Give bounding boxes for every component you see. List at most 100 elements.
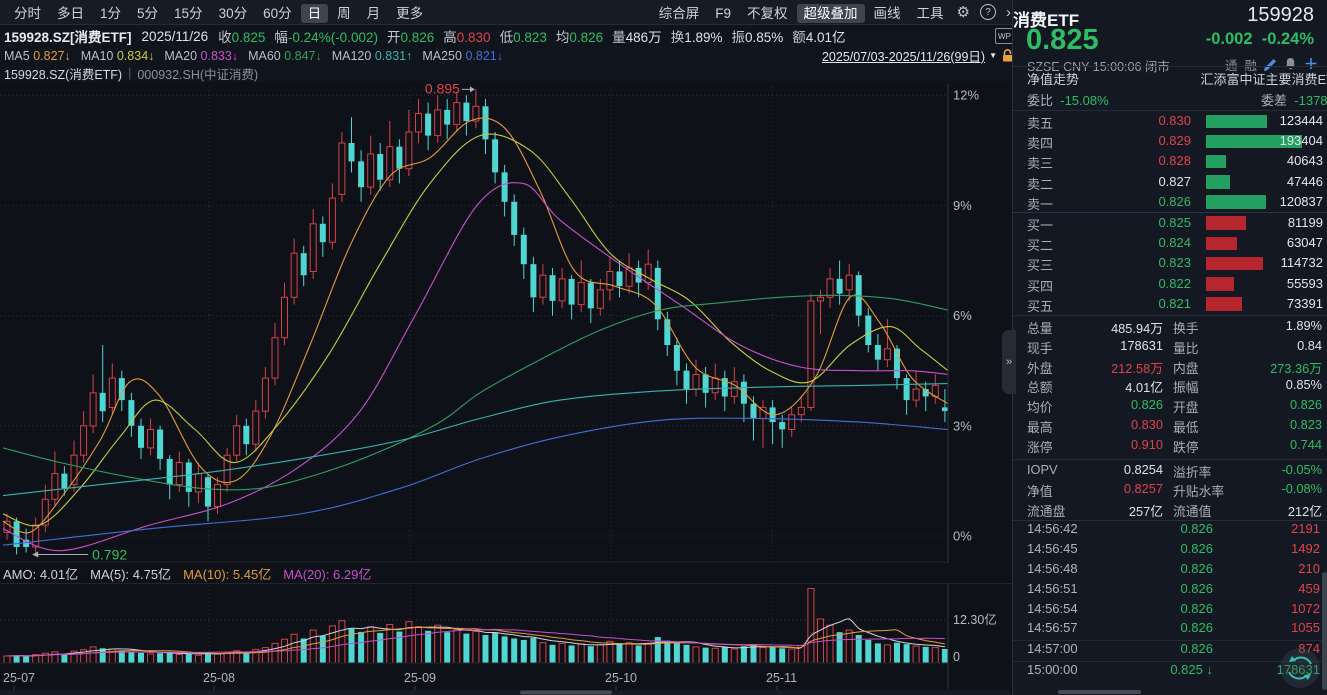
book-row-买二[interactable]: 买二0.82463047 <box>1013 233 1327 253</box>
tool-button-2[interactable]: 不复权 <box>740 4 795 23</box>
volume-legend-MA10: MA(10): 5.45亿 <box>183 564 277 583</box>
tab-period-8[interactable]: 周 <box>330 4 358 23</box>
tab-period-2[interactable]: 1分 <box>93 4 128 23</box>
stat-row-涨停: 涨停0.910跌停0.744 <box>1013 437 1327 457</box>
stat-row-总额: 总额4.01亿振幅0.85% <box>1013 377 1327 397</box>
tab-period-4[interactable]: 15分 <box>167 4 210 23</box>
wc-label: 委差 <box>1261 93 1287 108</box>
ma-legend-MA250: MA250 0.821↓ <box>422 49 503 63</box>
nav-label: 净值走势 <box>1027 69 1079 88</box>
gear-icon[interactable]: ⚙ <box>957 3 970 21</box>
volume-legend: AMO: 4.01亿MA(5): 4.75亿MA(10): 5.45亿MA(20… <box>0 563 1013 584</box>
instrument-code: 159928 <box>1247 4 1314 27</box>
svg-text:25-10: 25-10 <box>605 671 637 685</box>
svg-text:9%: 9% <box>953 198 972 213</box>
period-tabs: 分时多日1分5分15分30分60分日周月更多 <box>6 2 431 22</box>
ma-legend-MA10: MA10 0.834↓ <box>81 49 155 63</box>
stat-row-净值: 净值0.8257升贴水率-0.08% <box>1013 481 1327 501</box>
primary-symbol-legend: 159928.SZ(消费ETF) <box>4 64 122 83</box>
nav-row[interactable]: 净值走势 汇添富中证主要消费ETF <box>1013 66 1327 89</box>
tick-row: 14:56:420.8262191 <box>1013 521 1327 541</box>
tab-period-3[interactable]: 5分 <box>130 4 165 23</box>
tick-row: 14:56:570.8261055 <box>1013 620 1327 640</box>
tab-period-1[interactable]: 多日 <box>50 4 91 23</box>
quote-field-额: 额4.01亿 <box>792 30 845 45</box>
order-book: 卖五0.830123444卖四0.829193404卖三0.82840643卖二… <box>1013 110 1327 314</box>
tab-period-7[interactable]: 日 <box>301 4 329 23</box>
overlay-legend: 159928.SZ(消费ETF) | 000932.SH(中证消费) <box>0 64 1014 82</box>
tab-period-9[interactable]: 月 <box>360 4 388 23</box>
book-row-卖二[interactable]: 卖二0.82747446 <box>1013 172 1327 192</box>
quote-fields: 收0.825幅-0.24%(-0.002)开0.826高0.830低0.823均… <box>218 26 854 46</box>
stat-row-现手: 现手178631量比0.84 <box>1013 338 1327 358</box>
tool-button-1[interactable]: F9 <box>708 4 738 23</box>
quote-field-量: 量486万 <box>612 30 662 45</box>
ma-legend-bar: MA5 0.827↓MA10 0.834↓MA20 0.833↓MA60 0.8… <box>0 47 1014 64</box>
quote-summary-bar: 159928.SZ[消费ETF] 2025/11/26 收0.825 幅-0.24… <box>0 25 1014 47</box>
svg-text:12%: 12% <box>953 88 979 103</box>
svg-text:0.895: 0.895 <box>425 82 460 96</box>
book-row-卖四[interactable]: 卖四0.829193404 <box>1013 131 1327 151</box>
book-row-买三[interactable]: 买三0.823114732 <box>1013 253 1327 273</box>
price-change: -0.002 -0.24% <box>1206 30 1314 49</box>
svg-text:0%: 0% <box>953 529 972 544</box>
quote-date: 2025/11/26 <box>142 29 209 44</box>
refresh-button[interactable] <box>1280 648 1320 688</box>
tab-period-10[interactable]: 更多 <box>389 4 430 23</box>
quote-field-幅: 幅-0.24%(-0.002) <box>274 30 378 45</box>
tab-period-5[interactable]: 30分 <box>212 4 255 23</box>
quote-panel: » 消费ETF 159928 0.825 -0.002 -0.24% SZSE … <box>1012 0 1327 695</box>
help-icon[interactable]: ? <box>980 4 996 20</box>
chevron-right-icon[interactable]: › <box>1006 4 1011 21</box>
wb-value: -15.08% <box>1060 93 1108 108</box>
chevron-down-icon[interactable]: ▼ <box>989 51 997 60</box>
tool-button-3[interactable]: 超级叠加 <box>797 4 865 23</box>
quote-field-高: 高0.830 <box>443 30 490 45</box>
tab-period-6[interactable]: 60分 <box>256 4 299 23</box>
svg-text:25-08: 25-08 <box>203 671 235 685</box>
svg-text:12.30亿: 12.30亿 <box>953 612 997 627</box>
symbol-label: 159928.SZ[消费ETF] <box>4 26 132 46</box>
book-row-买五[interactable]: 买五0.82173391 <box>1013 294 1327 314</box>
ma-values: MA5 0.827↓MA10 0.834↓MA20 0.833↓MA60 0.8… <box>4 49 513 63</box>
tool-button-0[interactable]: 综合屏 <box>652 4 707 23</box>
ma-legend-MA5: MA5 0.827↓ <box>4 49 71 63</box>
candlestick-chart[interactable]: 12%9%6%3%0%12.30亿025-0725-0825-0925-1025… <box>0 82 1010 695</box>
commission-ratio-row: 委比 -15.08% 委差 -137812 <box>1013 88 1327 110</box>
quote-field-换: 换1.89% <box>671 30 723 45</box>
book-row-卖一[interactable]: 卖一0.826120837 <box>1013 192 1327 212</box>
legend-separator: | <box>128 66 131 80</box>
svg-text:0.792: 0.792 <box>92 547 127 563</box>
volume-legend-AMO: AMO: 4.01亿 <box>3 564 84 583</box>
stat-row-IOPV: IOPV0.8254溢折率-0.05% <box>1013 462 1327 482</box>
stat-row-外盘: 外盘212.58万内盘273.36万 <box>1013 358 1327 378</box>
book-row-卖三[interactable]: 卖三0.82840643 <box>1013 151 1327 171</box>
stat-row-最高: 最高0.830最低0.823 <box>1013 417 1327 437</box>
tool-button-5[interactable]: 工具 <box>910 4 951 23</box>
book-row-买四[interactable]: 买四0.82255593 <box>1013 274 1327 294</box>
date-range-label[interactable]: 2025/07/03-2025/11/26(99日) <box>822 46 985 65</box>
book-row-卖五[interactable]: 卖五0.830123444 <box>1013 111 1327 131</box>
quote-field-收: 收0.825 <box>218 30 265 45</box>
collapse-icon: » <box>1006 356 1012 368</box>
svg-text:25-09: 25-09 <box>404 671 436 685</box>
panel-scrollbar[interactable] <box>1322 572 1327 690</box>
tick-row: 14:56:510.826459 <box>1013 581 1327 601</box>
panel-hscrollbar[interactable] <box>1058 690 1141 694</box>
date-range-control[interactable]: 2025/07/03-2025/11/26(99日) ▼ <box>822 46 1014 65</box>
svg-text:25-11: 25-11 <box>766 671 797 685</box>
quote-field-低: 低0.823 <box>500 30 547 45</box>
book-row-买一[interactable]: 买一0.82581199 <box>1013 213 1327 233</box>
tool-button-4[interactable]: 画线 <box>867 4 908 23</box>
fund-full-name: 汇添富中证主要消费ETF <box>1200 69 1327 88</box>
volume-legend-MA20: MA(20): 6.29亿 <box>283 564 377 583</box>
tick-row: 14:56:480.826210 <box>1013 561 1327 581</box>
svg-text:3%: 3% <box>953 418 972 433</box>
wc-value: -137812 <box>1294 93 1327 108</box>
svg-text:6%: 6% <box>953 308 972 323</box>
last-price: 0.825 <box>1026 24 1099 57</box>
tab-period-0[interactable]: 分时 <box>7 4 48 23</box>
stat-row-流通盘: 流通盘257亿流通值212亿 <box>1013 501 1327 521</box>
ma-legend-MA20: MA20 0.833↓ <box>164 49 238 63</box>
period-toolbar: 分时多日1分5分15分30分60分日周月更多 综合屏F9不复权超级叠加画线工具 … <box>0 0 1016 25</box>
